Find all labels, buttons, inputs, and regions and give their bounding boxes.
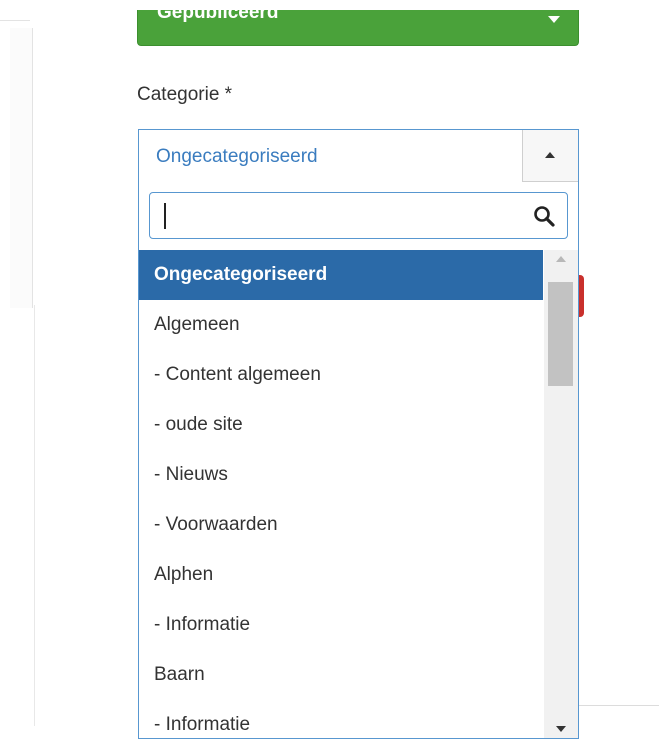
category-search-box[interactable] bbox=[149, 192, 568, 239]
category-selected-value: Ongecategoriseerd bbox=[156, 146, 318, 167]
results-scrollbar[interactable] bbox=[544, 250, 578, 738]
caret-up-icon bbox=[545, 152, 555, 158]
left-divider bbox=[34, 305, 35, 726]
category-option[interactable]: Alphen bbox=[139, 550, 543, 600]
search-icon bbox=[534, 206, 555, 227]
category-toggle-button[interactable] bbox=[522, 130, 578, 182]
category-option[interactable]: Ongecategoriseerd bbox=[139, 250, 543, 300]
category-option[interactable]: - oude site bbox=[139, 400, 543, 450]
status-select-value: Gepubliceerd bbox=[157, 10, 279, 23]
category-select[interactable]: Ongecategoriseerd Ongecategoriseerd Alge… bbox=[138, 129, 579, 739]
right-divider bbox=[579, 705, 659, 706]
category-select-toggle[interactable]: Ongecategoriseerd bbox=[139, 130, 578, 182]
category-option[interactable]: - Content algemeen bbox=[139, 350, 543, 400]
category-results-list[interactable]: Ongecategoriseerd Algemeen - Content alg… bbox=[139, 250, 543, 730]
category-option[interactable]: - Informatie bbox=[139, 600, 543, 650]
category-option[interactable]: Baarn bbox=[139, 650, 543, 700]
left-panel-edge bbox=[10, 28, 33, 308]
category-option[interactable]: Algemeen bbox=[139, 300, 543, 350]
category-option[interactable]: - Nieuws bbox=[139, 450, 543, 500]
status-select[interactable]: Gepubliceerd bbox=[137, 10, 579, 46]
category-option[interactable]: - Voorwaarden bbox=[139, 500, 543, 550]
text-cursor bbox=[164, 203, 166, 229]
scrollbar-thumb[interactable] bbox=[548, 282, 573, 386]
scroll-up-arrow-icon[interactable] bbox=[556, 256, 566, 262]
category-label: Categorie * bbox=[137, 84, 233, 105]
left-divider-top bbox=[0, 20, 30, 21]
caret-down-icon bbox=[548, 16, 560, 23]
scroll-down-arrow-icon[interactable] bbox=[556, 726, 566, 732]
